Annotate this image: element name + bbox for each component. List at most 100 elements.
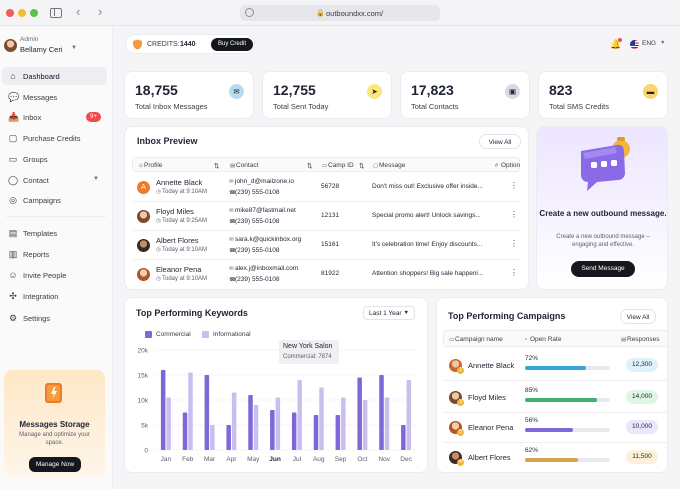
purchase-icon: ▢	[8, 133, 18, 143]
column-header-profile[interactable]: ☺Profile	[138, 162, 162, 169]
send-message-button[interactable]: Send Message	[571, 261, 635, 277]
sidebar-item-label: Campaigns	[23, 196, 61, 205]
campaign-row[interactable]: 3 Floyd Miles 85% 14,000	[443, 382, 668, 413]
stat-label: Total Inbox Messages	[135, 102, 208, 111]
legend-commercial: Commercial	[156, 331, 191, 338]
chevron-down-icon[interactable]: ▼	[93, 176, 99, 182]
x-tick-label: Mar	[204, 456, 216, 463]
chevron-down-icon[interactable]: ▼	[71, 45, 77, 51]
sidebar-item-label: Settings	[23, 314, 51, 323]
home-icon: ⌂	[10, 71, 16, 81]
column-header-open-rate[interactable]: ◔ Open Rate	[524, 336, 561, 343]
open-rate-bar	[525, 458, 610, 462]
keywords-bar-chart: 0 5k 10k 15k 20k Jan Feb Mar Apr May Jun Jul Aug Sep O…	[138, 348, 417, 463]
table-row[interactable]: Floyd Miles ◷Today at 9:25AM ✉mike87@fas…	[132, 202, 520, 231]
table-row[interactable]: Albert Flores ◷Today at 9:10AM ✉sara.k@q…	[132, 231, 520, 260]
sidebar-item-messages[interactable]: 💬 Messages	[2, 88, 107, 106]
campaign-row[interactable]: 4 Albert Flores 62% 11,500	[443, 442, 668, 473]
storage-illustration-icon	[45, 383, 62, 403]
table-row[interactable]: Eleanor Pena ◷Today at 9:10AM ✉alex.j@in…	[132, 260, 520, 289]
keywords-title: Top Performing Keywords	[136, 308, 248, 318]
close-window-button[interactable]	[6, 9, 14, 17]
sidebar-item-label: Inbox	[23, 113, 42, 122]
avatar	[137, 268, 150, 281]
sidebar-item-reports[interactable]: ▥ Reports	[2, 245, 107, 263]
minimize-window-button[interactable]	[18, 9, 26, 17]
sidebar-item-contact[interactable]: ◯ Contact ▼	[2, 171, 107, 189]
contact-email: ✉alex.j@inboxmail.com	[229, 265, 298, 272]
message-preview: Special promo alert! Unlock savings...	[372, 212, 481, 219]
row-options-icon[interactable]: ⋮	[510, 268, 518, 277]
sidebar-item-label: Templates	[23, 229, 58, 238]
campaign-icon: ◎	[9, 195, 17, 205]
campaigns-view-all-button[interactable]: View All	[620, 309, 656, 324]
sidebar-item-groups[interactable]: ▭ Groups	[2, 150, 107, 168]
sidebar-item-dashboard[interactable]: ⌂ Dashboard	[2, 67, 107, 85]
contact-email: ✉sara.k@quickinbox.org	[229, 236, 301, 243]
row-options-icon[interactable]: ⋮	[510, 210, 518, 219]
y-tick-label: 0	[144, 448, 148, 455]
y-tick-label: 5k	[141, 423, 149, 430]
column-label: Message	[379, 162, 406, 169]
column-header-message[interactable]: ▢Message	[373, 162, 405, 169]
browser-toolbar: ‹ › 🔒 outboundxx.com/	[0, 0, 680, 26]
sidebar-item-purchase-credits[interactable]: ▢ Purchase Credits	[2, 129, 107, 147]
open-rate-bar	[525, 398, 610, 402]
sort-icon[interactable]: ⇅	[214, 162, 219, 170]
sidebar-item-templates[interactable]: ▤ Templates	[2, 224, 107, 242]
inbox-view-all-button[interactable]: View All	[479, 134, 521, 149]
credits-shield-icon	[133, 39, 142, 50]
column-header-campaign-name[interactable]: ▭Campaign name	[449, 336, 503, 343]
create-message-description: Create a new outbound message – engaging…	[556, 234, 650, 248]
envelope-icon: ✉	[229, 84, 244, 99]
sidebar-item-inbox[interactable]: 📥 Inbox 9+	[2, 108, 107, 126]
sidebar-item-label: Reports	[23, 250, 50, 259]
storage-title: Messages Storage	[19, 420, 90, 429]
sidebar-toggle-icon[interactable]	[50, 8, 62, 18]
forward-arrow-icon[interactable]: ›	[98, 5, 102, 19]
user-role: Admin	[20, 36, 39, 43]
manage-now-button[interactable]: Manage Now	[29, 457, 81, 472]
bar-commercial	[248, 395, 253, 450]
site-info-icon[interactable]	[245, 8, 254, 17]
message-time: ◷Today at 9:25AM	[156, 218, 207, 224]
back-arrow-icon[interactable]: ‹	[76, 5, 80, 19]
sidebar-item-campaigns[interactable]: ◎ Campaigns	[2, 191, 107, 209]
row-options-icon[interactable]: ⋮	[510, 239, 518, 248]
column-header-camp-id[interactable]: ▭Camp ID	[322, 162, 354, 169]
buy-credit-button[interactable]: Buy Credit	[211, 38, 253, 51]
rank-badge: 5	[457, 429, 464, 436]
stat-card-inbox-messages[interactable]: 18,755 Total Inbox Messages ✉	[124, 71, 254, 119]
period-select[interactable]: Last 1 Year ▼	[363, 306, 415, 320]
bar-commercial	[335, 415, 341, 450]
column-header-responses[interactable]: ▤Responses	[621, 336, 660, 343]
sidebar-divider	[6, 216, 106, 217]
row-options-icon[interactable]: ⋮	[510, 181, 518, 190]
inbox-count-badge: 9+	[86, 112, 101, 122]
sidebar-item-integration[interactable]: ✣ Integration	[2, 287, 107, 305]
campaign-row[interactable]: 1 Annette Black 72% 12,300	[443, 350, 668, 381]
sidebar-item-invite-people[interactable]: ☺ Invite People	[2, 266, 107, 284]
stat-card-contacts[interactable]: 17,823 Total Contacts ▣	[400, 71, 530, 119]
campaign-row[interactable]: 5 Eleanor Pena 56% 10,000	[443, 412, 668, 443]
x-tick-label: May	[247, 456, 260, 463]
bar-commercial	[401, 425, 406, 450]
sort-icon[interactable]: ⇅	[307, 162, 312, 170]
us-flag-icon	[630, 40, 639, 49]
stat-card-sent-today[interactable]: 12,755 Total Sent Today ➤	[262, 71, 392, 119]
column-header-contact[interactable]: ▤Contact	[230, 162, 258, 169]
sort-icon[interactable]: ⇅	[359, 162, 364, 170]
sidebar-item-label: Dashboard	[23, 72, 60, 81]
address-bar[interactable]: 🔒 outboundxx.com/	[240, 5, 440, 21]
language-selector[interactable]: ENG ▼	[630, 39, 670, 51]
stat-card-sms-credits[interactable]: 823 Total SMS Credits ▬	[538, 71, 668, 119]
maximize-window-button[interactable]	[30, 9, 38, 17]
table-row[interactable]: A Annette Black ◷Today at 9:10AM ✉john_d…	[132, 173, 520, 202]
responses-pill: 14,000	[626, 390, 658, 404]
period-value: Last 1 Year	[369, 310, 402, 317]
email-text: john_d@mailzone.io	[235, 178, 294, 185]
open-rate-fill	[525, 458, 578, 462]
notification-bell-icon[interactable]: 🔔	[609, 37, 623, 51]
sidebar-item-settings[interactable]: ⚙ Settings	[2, 309, 107, 327]
camp-id: 81922	[321, 270, 340, 277]
